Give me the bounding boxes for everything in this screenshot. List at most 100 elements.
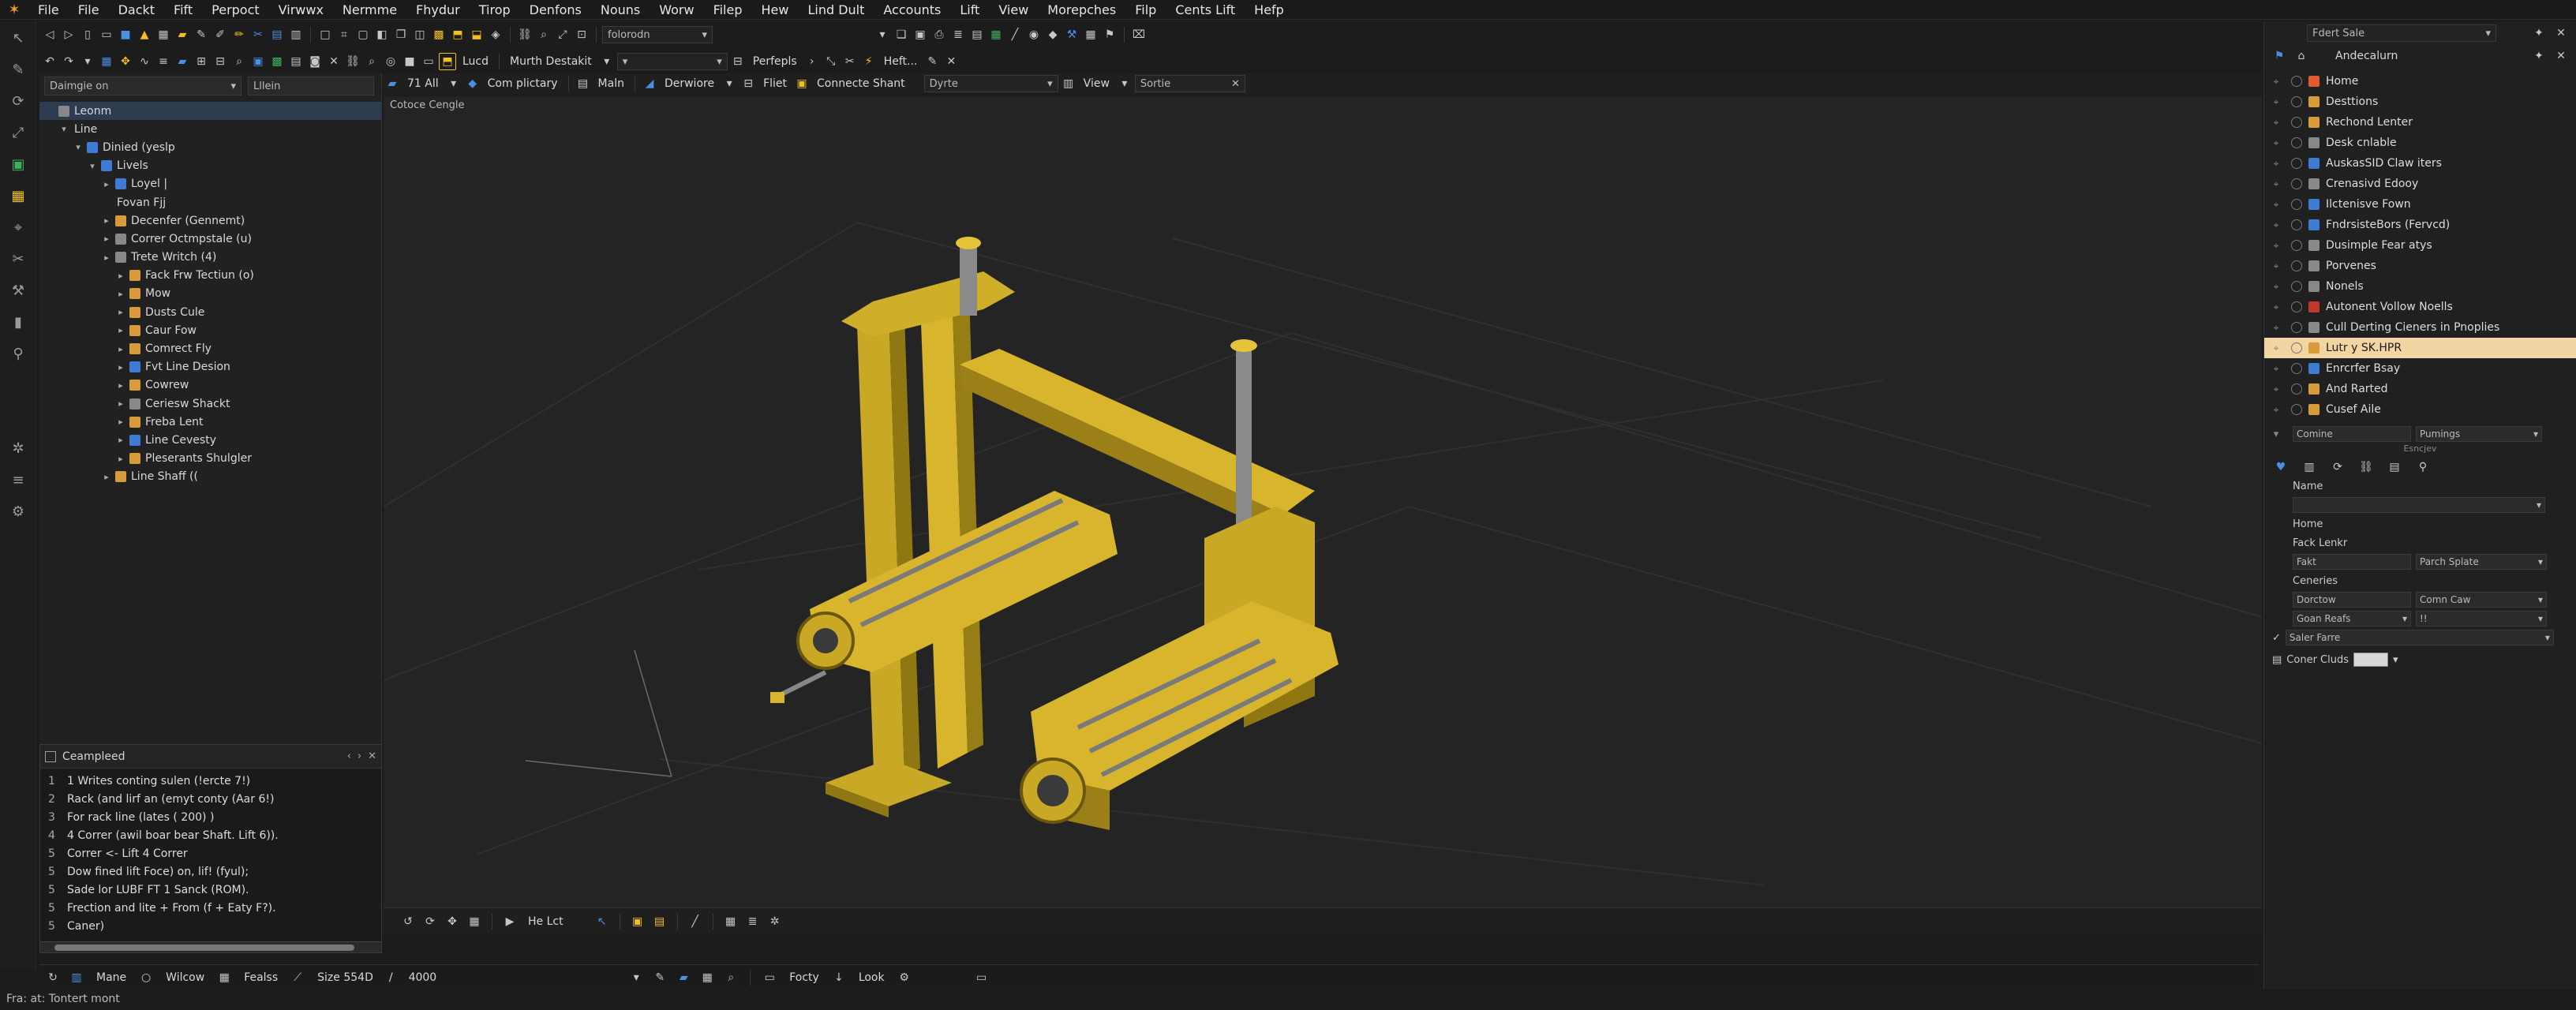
menu-item[interactable]: Filp: [1125, 0, 1166, 20]
link-icon[interactable]: ⛓: [344, 53, 361, 70]
visibility-toggle[interactable]: [2291, 219, 2302, 230]
row-tool-icon[interactable]: ⌖: [2264, 137, 2288, 149]
tree-item[interactable]: ▸ Freba Lent: [39, 413, 381, 431]
menu-item[interactable]: Hew: [752, 0, 799, 20]
tree-item[interactable]: ▸ Dusts Cule: [39, 303, 381, 321]
row-tool-icon[interactable]: ⌖: [2264, 363, 2288, 375]
right-list-item[interactable]: ⌖ Home: [2264, 71, 2576, 92]
stack-icon[interactable]: ≣: [949, 26, 967, 43]
row-tool-icon[interactable]: ⌖: [2264, 260, 2288, 272]
count-label[interactable]: 71 All: [402, 77, 444, 90]
menu-item[interactable]: Hefp: [1245, 0, 1294, 20]
arrow-down-icon[interactable]: ↓: [830, 969, 848, 986]
tree-item[interactable]: Leonm: [39, 102, 381, 121]
console-scrollbar[interactable]: [40, 941, 381, 952]
comine-field[interactable]: Comine: [2293, 426, 2411, 442]
brush-icon[interactable]: ✎: [923, 53, 941, 70]
gear-tool-icon[interactable]: ✲: [0, 432, 36, 464]
row-tool-icon[interactable]: ⌖: [2264, 240, 2288, 252]
forward-icon[interactable]: ▷: [60, 26, 77, 43]
right-list-item[interactable]: ⌖ Lutr y SK.HPR: [2264, 338, 2576, 358]
reload-icon[interactable]: ↻: [44, 969, 62, 986]
flag-icon[interactable]: ⚑: [1101, 26, 1118, 43]
link-icon[interactable]: ⛓: [2357, 458, 2375, 476]
bucket-icon[interactable]: ◉: [1025, 26, 1043, 43]
scissors-icon[interactable]: ✂: [249, 26, 267, 43]
menu-item[interactable]: View: [989, 0, 1038, 20]
expand-arrow-icon[interactable]: ▸: [101, 472, 112, 482]
menu-item[interactable]: Fift: [164, 0, 202, 20]
menu-item[interactable]: Lift: [950, 0, 989, 20]
tab-complictary[interactable]: Com plictary: [483, 77, 563, 90]
grid-status-icon[interactable]: ▦: [698, 969, 716, 986]
tree-item[interactable]: ▾ Line: [39, 120, 381, 138]
scale-tool-icon[interactable]: ⤢: [0, 117, 36, 148]
row-tool-icon[interactable]: ⌖: [2264, 76, 2288, 88]
list-view-icon[interactable]: ≣: [744, 913, 762, 930]
status-focty[interactable]: Focty: [784, 971, 824, 984]
select-tool-icon[interactable]: ↖: [0, 22, 36, 54]
right-list-item[interactable]: ⌖ Ilctenisve Fown: [2264, 194, 2576, 215]
snap-grid-icon[interactable]: ▦: [987, 26, 1005, 43]
expand-arrow-icon[interactable]: ▸: [115, 454, 126, 464]
right-list-item[interactable]: ⌖ Desttions: [2264, 92, 2576, 112]
menu-item[interactable]: Filep: [704, 0, 752, 20]
saler-farre-dropdown[interactable]: Saler Farre ▾: [2285, 630, 2554, 645]
status-look[interactable]: Look: [854, 971, 889, 984]
grid-view-icon[interactable]: ▦: [98, 53, 115, 70]
table-icon[interactable]: ▦: [215, 969, 233, 986]
dropdown-arrow-icon[interactable]: ▾: [874, 26, 891, 43]
paste-icon[interactable]: ▥: [287, 26, 305, 43]
tree-item[interactable]: ▸ Line Shaff ((: [39, 468, 381, 486]
measure-icon[interactable]: ╱: [687, 913, 704, 930]
cube-icon[interactable]: ▰: [174, 53, 191, 70]
redo-icon[interactable]: ↷: [60, 53, 77, 70]
menu-item[interactable]: Tirop: [470, 0, 520, 20]
desk-label[interactable]: Murth Destakit: [505, 55, 597, 68]
tab-derive[interactable]: Derwiore: [660, 77, 719, 90]
layers-icon[interactable]: ◧: [373, 26, 391, 43]
save-icon[interactable]: ■: [117, 26, 134, 43]
menu-item[interactable]: Lind Dult: [798, 0, 874, 20]
tab-fliet[interactable]: Fliet: [758, 77, 792, 90]
status-mane[interactable]: Mane: [92, 971, 131, 984]
close-icon[interactable]: ✕: [325, 53, 343, 70]
right-list-item[interactable]: ⌖ Desk cnlable: [2264, 133, 2576, 153]
grid-small-icon[interactable]: ⊞: [193, 53, 210, 70]
tree-item[interactable]: ▸ Correr Octmpstale (u): [39, 230, 381, 248]
menu-item[interactable]: Nouns: [591, 0, 650, 20]
close-icon[interactable]: ✕: [2552, 47, 2570, 65]
row-tool-icon[interactable]: ⌖: [2264, 219, 2288, 231]
table-view-icon[interactable]: ▦: [722, 913, 739, 930]
bookmark-icon[interactable]: ⌧: [1130, 26, 1148, 43]
visibility-toggle[interactable]: [2291, 342, 2302, 354]
right-list-item[interactable]: ⌖ Cull Derting Cieners in Pnoplies: [2264, 317, 2576, 338]
star-icon[interactable]: ✦: [2530, 47, 2548, 65]
column-tool-icon[interactable]: ▮: [0, 306, 36, 338]
expand-arrow-icon[interactable]: ▸: [115, 398, 126, 409]
open-file-icon[interactable]: ▭: [98, 26, 115, 43]
pan-icon[interactable]: ✥: [444, 913, 461, 930]
expand-arrow-icon[interactable]: ▸: [101, 215, 112, 226]
row-tool-icon[interactable]: ⌖: [2264, 199, 2288, 211]
tab-connect-shant[interactable]: Connecte Shant: [812, 77, 910, 90]
slash-icon[interactable]: ⟋: [289, 969, 306, 986]
export-icon[interactable]: ⬒: [449, 26, 466, 43]
visibility-toggle[interactable]: [2291, 363, 2302, 374]
stats-icon[interactable]: ▤: [2386, 458, 2403, 476]
pen-icon[interactable]: ✎: [651, 969, 668, 986]
frame-icon[interactable]: □: [316, 26, 334, 43]
row-tool-icon[interactable]: ⌖: [2264, 404, 2288, 416]
tree-item[interactable]: Fovan Fjj: [39, 193, 381, 211]
blue-filter-icon[interactable]: ▰: [675, 969, 692, 986]
grid-icon[interactable]: ▦: [155, 26, 172, 43]
tilde-icon[interactable]: ∿: [136, 53, 153, 70]
visibility-toggle[interactable]: [2291, 260, 2302, 271]
mirror-icon[interactable]: ◫: [411, 26, 429, 43]
console-close-icon[interactable]: ✕: [368, 750, 376, 762]
menu-item[interactable]: Accounts: [874, 0, 950, 20]
expand-arrow-icon[interactable]: ▸: [115, 417, 126, 427]
play-icon[interactable]: ▶: [501, 913, 519, 930]
clipboard-icon[interactable]: ▤: [268, 26, 286, 43]
visibility-toggle[interactable]: [2291, 240, 2302, 251]
